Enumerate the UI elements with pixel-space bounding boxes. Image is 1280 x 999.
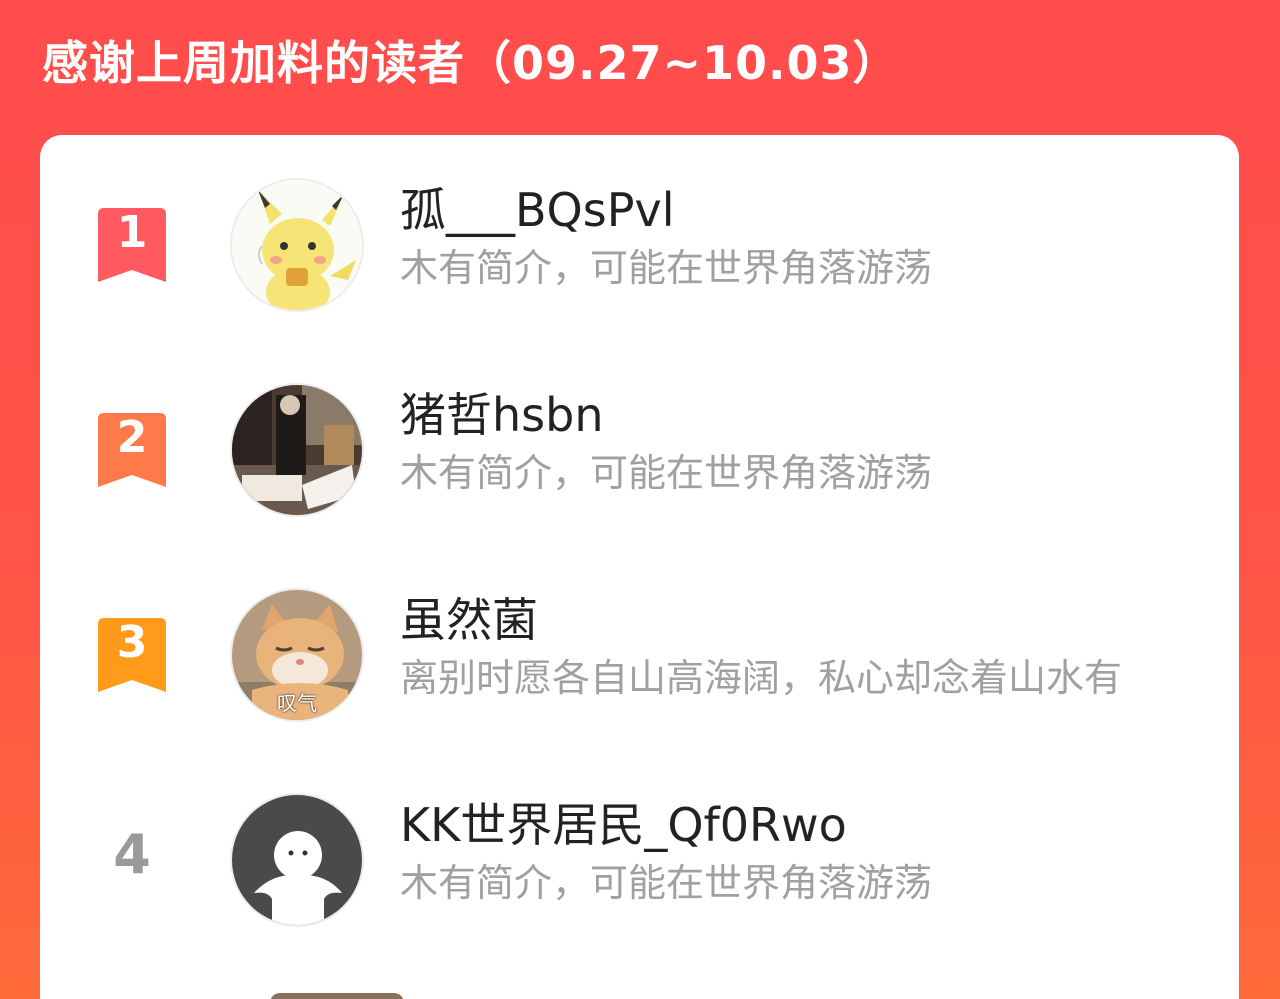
avatar[interactable] [230,178,364,312]
list-item[interactable]: 3 叹气 虽然菌 离别时愿各自山高海阔，私心却念着山水有 [40,545,1239,722]
reader-name[interactable]: 虽然菌 [400,590,538,650]
default-user-avatar-icon [232,795,362,925]
list-item[interactable]: 1 孤___BQsPvl 木有简介，可能在世界角落游荡 [40,135,1239,312]
reader-name[interactable]: 孤___BQsPvl [400,180,674,240]
photo-avatar-icon [232,385,362,515]
readers-list-card: 1 孤___BQsPvl 木有简介，可能在世界角落游荡 2 猪哲hsbn 木有简… [40,135,1239,999]
pikachu-avatar-icon [232,180,362,310]
reader-name[interactable]: 猪哲hsbn [400,385,603,445]
rank-badge-2: 2 [98,413,166,487]
rank-number: 1 [116,207,148,258]
list-item[interactable]: 4 KK世界居民_Qf0Rwo 木有简介，可能在世界角落游荡 [40,750,1239,927]
list-item-partial [270,993,404,999]
page-title: 感谢上周加料的读者（09.27~10.03） [42,36,900,90]
rank-badge-1: 1 [98,208,166,282]
rank-number: 2 [116,412,148,463]
reader-name[interactable]: KK世界居民_Qf0Rwo [400,795,847,855]
avatar[interactable] [230,793,364,927]
rank-number: 4 [113,823,151,886]
list-item[interactable]: 2 猪哲hsbn 木有简介，可能在世界角落游荡 [40,340,1239,517]
avatar[interactable]: 叹气 [230,588,364,722]
reader-bio: 木有简介，可能在世界角落游荡 [400,861,933,905]
rank-number: 3 [116,617,148,668]
reader-bio: 木有简介，可能在世界角落游荡 [400,246,933,290]
avatar[interactable] [230,383,364,517]
reader-bio: 离别时愿各自山高海阔，私心却念着山水有 [400,656,1123,700]
avatar-caption: 叹气 [277,691,317,715]
reader-bio: 木有简介，可能在世界角落游荡 [400,451,933,495]
rank-badge-3: 3 [98,618,166,692]
